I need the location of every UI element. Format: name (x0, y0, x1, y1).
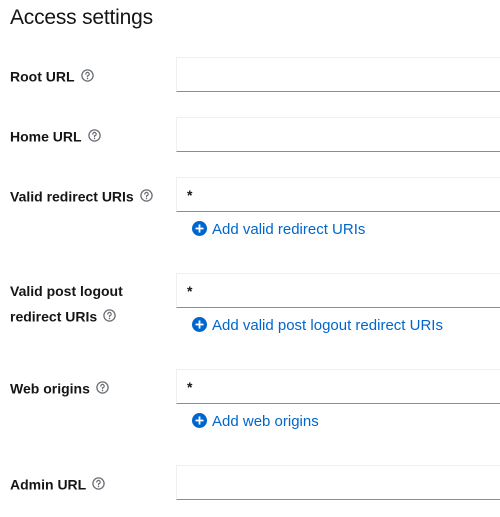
admin-url-label: Admin URL (10, 471, 105, 496)
plus-circle-icon (192, 220, 207, 236)
plus-circle-icon (192, 316, 207, 332)
add-valid-post-logout-redirect-uris-button[interactable]: Add valid post logout redirect URIs (192, 316, 443, 336)
home-url-input[interactable] (176, 117, 500, 152)
admin-url-input[interactable] (176, 465, 500, 500)
web-origins-input[interactable] (176, 369, 500, 404)
valid-post-logout-label-line2-wrap: redirect URIs (10, 303, 116, 328)
valid-redirect-uris-input[interactable] (176, 177, 500, 212)
root-url-label: Root URL (10, 63, 94, 88)
help-circle-icon[interactable] (92, 477, 105, 490)
help-circle-icon[interactable] (96, 381, 109, 394)
section-title: Access settings (10, 6, 153, 29)
help-circle-icon[interactable] (80, 69, 94, 82)
valid-redirect-uris-label: Valid redirect URIs (10, 183, 153, 208)
root-url-label-text: Root URL (10, 68, 75, 85)
home-url-label: Home URL (10, 123, 101, 148)
add-valid-post-logout-redirect-uris-label: Add valid post logout redirect URIs (212, 317, 443, 334)
valid-post-logout-label-line1: Valid post logout (10, 283, 123, 299)
add-web-origins-button[interactable]: Add web origins (192, 412, 319, 432)
valid-post-logout-label-line2: redirect URIs (10, 308, 98, 325)
valid-redirect-uris-label-text: Valid redirect URIs (10, 188, 134, 205)
home-url-label-text: Home URL (10, 128, 82, 145)
valid-post-logout-redirect-uris-input[interactable] (176, 273, 500, 308)
plus-circle-icon (192, 412, 207, 428)
add-web-origins-label: Add web origins (212, 413, 319, 430)
help-circle-icon[interactable] (139, 189, 153, 202)
add-valid-redirect-uris-button[interactable]: Add valid redirect URIs (192, 220, 365, 240)
access-settings-page: Access settings Root URL Home URL Valid … (0, 0, 500, 517)
web-origins-label: Web origins (10, 375, 109, 400)
help-circle-icon[interactable] (103, 309, 116, 322)
web-origins-label-text: Web origins (10, 380, 90, 397)
admin-url-label-text: Admin URL (10, 476, 87, 493)
help-circle-icon[interactable] (87, 129, 101, 142)
add-valid-redirect-uris-label: Add valid redirect URIs (212, 221, 366, 238)
root-url-input[interactable] (176, 57, 500, 92)
